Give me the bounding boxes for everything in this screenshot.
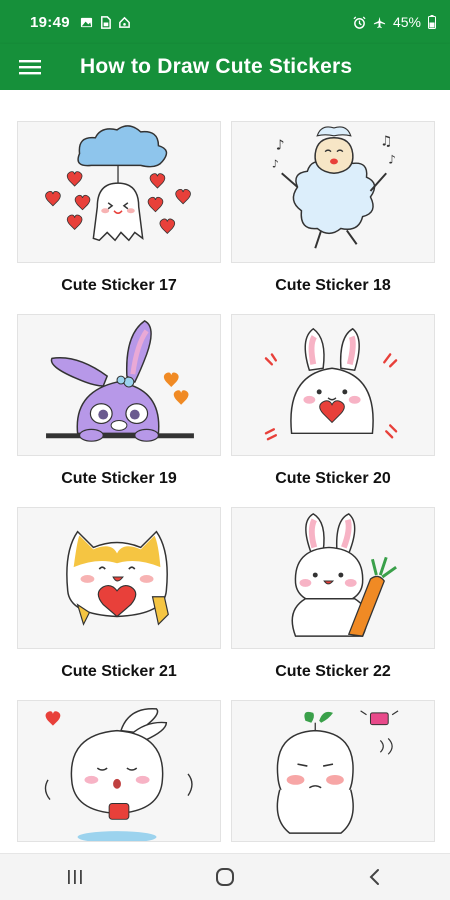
sticker-card-19[interactable]: Cute Sticker 19 xyxy=(17,314,221,490)
svg-text:♪: ♪ xyxy=(272,157,279,170)
sticker-label: Cute Sticker 18 xyxy=(275,277,391,294)
sticker-thumbnail-sprout[interactable] xyxy=(231,700,435,842)
recent-apps-icon xyxy=(68,870,82,884)
airplane-mode-icon xyxy=(373,16,386,28)
sticker-thumbnail-ghost-cloud[interactable] xyxy=(17,121,221,263)
sticker-thumbnail-purple-bunny[interactable] xyxy=(17,314,221,456)
sticker-card-22[interactable]: Cute Sticker 22 xyxy=(231,507,435,683)
sticker-label: Cute Sticker 20 xyxy=(275,470,391,487)
page-title: How to Draw Cute Stickers xyxy=(80,55,353,78)
sticker-thumbnail-bunny-heart[interactable] xyxy=(231,314,435,456)
status-bar: 19:49 45% xyxy=(0,0,450,44)
back-icon xyxy=(369,869,379,885)
sticker-label: Cute Sticker 21 xyxy=(61,663,177,680)
home-button[interactable] xyxy=(195,857,255,897)
sticker-label: Cute Sticker 17 xyxy=(61,277,177,294)
sticker-card-17[interactable]: Cute Sticker 17 xyxy=(17,121,221,297)
sticker-card-18[interactable]: ♪ ♫ ♪ ♪ Cute Sticker 18 xyxy=(231,121,435,297)
sticker-card-sleepy-bunny[interactable] xyxy=(17,700,221,842)
sticker-thumbnail-bunny-carrot[interactable] xyxy=(231,507,435,649)
battery-icon xyxy=(428,15,436,29)
sim-card-icon xyxy=(100,15,111,29)
battery-percent: 45% xyxy=(392,14,421,30)
gallery-icon xyxy=(80,17,92,27)
back-button[interactable] xyxy=(345,857,405,897)
sticker-thumbnail-cat-heart[interactable] xyxy=(17,507,221,649)
home-icon xyxy=(118,16,130,28)
menu-button[interactable] xyxy=(0,44,60,90)
sticker-card-sprout[interactable] xyxy=(231,700,435,842)
system-nav-bar xyxy=(0,853,450,900)
recent-apps-button[interactable] xyxy=(45,857,105,897)
sticker-grid[interactable]: Cute Sticker 17 ♪ ♫ ♪ ♪ Cute Sticker 18 xyxy=(0,90,450,853)
status-time: 19:49 xyxy=(30,13,70,31)
svg-text:♫: ♫ xyxy=(380,134,392,150)
sticker-thumbnail-sheep[interactable]: ♪ ♫ ♪ ♪ xyxy=(231,121,435,263)
status-right-icons: 45% xyxy=(353,14,436,30)
sticker-thumbnail-sleepy-bunny[interactable] xyxy=(17,700,221,842)
hamburger-menu-icon xyxy=(19,60,41,75)
svg-text:♪: ♪ xyxy=(388,152,396,166)
home-circle-icon xyxy=(216,868,234,886)
sticker-card-20[interactable]: Cute Sticker 20 xyxy=(231,314,435,490)
app-bar: How to Draw Cute Stickers xyxy=(0,44,450,90)
alarm-icon xyxy=(353,15,366,29)
svg-text:♪: ♪ xyxy=(276,138,285,154)
sticker-card-21[interactable]: Cute Sticker 21 xyxy=(17,507,221,683)
sticker-label: Cute Sticker 22 xyxy=(275,663,391,680)
status-left-icons xyxy=(80,15,131,29)
sticker-label: Cute Sticker 19 xyxy=(61,470,177,487)
